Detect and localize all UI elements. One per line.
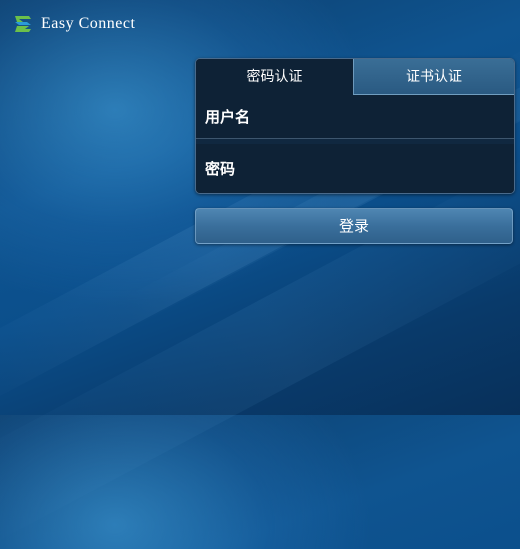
tab-password-auth[interactable]: 密码认证: [196, 59, 353, 95]
auth-tabs: 密码认证 证书认证: [196, 59, 514, 95]
password-input[interactable]: [205, 144, 505, 193]
app-title: Easy Connect: [41, 15, 136, 32]
login-card: 密码认证 证书认证: [195, 58, 515, 194]
username-input[interactable]: [205, 95, 505, 138]
username-field-container: [196, 95, 514, 139]
login-button[interactable]: 登录: [195, 208, 513, 244]
easyconnect-logo-icon: [15, 16, 31, 32]
tab-certificate-auth[interactable]: 证书认证: [353, 59, 514, 95]
password-field-container: [196, 144, 514, 193]
brand-header: Easy Connect: [13, 12, 135, 36]
